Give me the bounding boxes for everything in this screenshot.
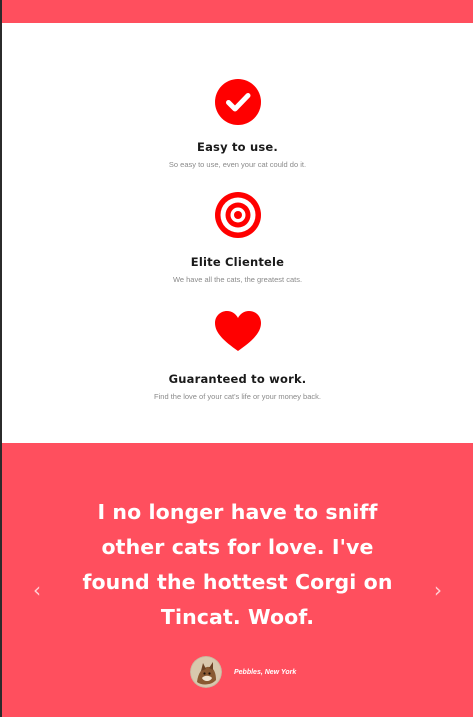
chevron-left-icon[interactable]: ‹ — [30, 578, 44, 602]
feature-guaranteed: Guaranteed to work. Find the love of you… — [2, 308, 473, 401]
features-section: Easy to use. So easy to use, even your c… — [2, 23, 473, 443]
testimonial-section: ‹ I no longer have to sniff other cats f… — [2, 443, 473, 717]
feature-easy-to-use: Easy to use. So easy to use, even your c… — [2, 78, 473, 169]
feature-description: We have all the cats, the greatest cats. — [172, 275, 303, 284]
avatar — [190, 656, 222, 688]
feature-title: Easy to use. — [197, 140, 278, 154]
feature-title: Guaranteed to work. — [168, 372, 307, 386]
testimonial-author: Pebbles, New York — [190, 655, 296, 689]
bullseye-icon — [214, 192, 261, 238]
check-circle-icon — [214, 79, 261, 125]
testimonial-quote: I no longer have to sniff other cats for… — [82, 500, 393, 629]
feature-elite-clientele: Elite Clientele We have all the cats, th… — [2, 191, 473, 284]
chevron-right-icon[interactable]: › — [431, 578, 445, 602]
feature-title: Elite Clientele — [190, 255, 285, 269]
feature-description: Find the love of your cat's life or your… — [154, 392, 321, 401]
heart-icon — [214, 311, 261, 351]
author-name: Pebbles, New York — [234, 668, 297, 676]
feature-description: So easy to use, even your cat could do i… — [168, 160, 307, 169]
top-band — [2, 0, 473, 23]
